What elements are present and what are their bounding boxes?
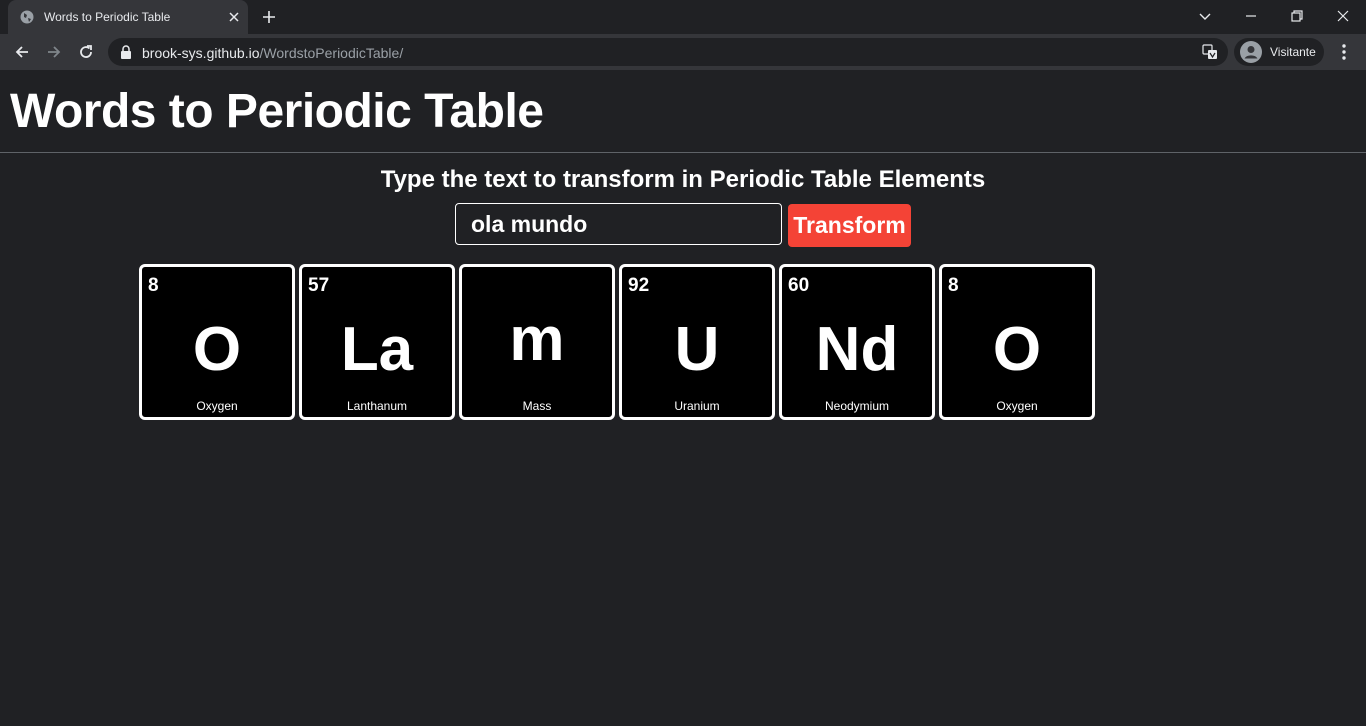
atomic-number: 60 bbox=[788, 275, 810, 296]
browser-toolbar: brook-sys.github.io/WordstoPeriodicTable… bbox=[0, 34, 1366, 70]
globe-icon bbox=[20, 10, 34, 24]
minimize-icon[interactable] bbox=[1241, 6, 1261, 26]
element-symbol: La bbox=[340, 315, 414, 384]
atomic-number: 8 bbox=[148, 275, 159, 296]
profile-name: Visitante bbox=[1270, 45, 1316, 59]
element-tile: 8 O Oxygen bbox=[939, 264, 1095, 420]
address-bar[interactable]: brook-sys.github.io/WordstoPeriodicTable… bbox=[108, 38, 1228, 66]
element-tile: m Mass bbox=[459, 264, 615, 420]
element-name: Mass bbox=[522, 399, 552, 413]
atomic-number: 57 bbox=[308, 275, 330, 296]
lock-icon[interactable] bbox=[120, 45, 132, 59]
profile-button[interactable]: Visitante bbox=[1234, 38, 1324, 66]
close-tab-icon[interactable] bbox=[226, 9, 242, 25]
browser-tab-bar: Words to Periodic Table bbox=[0, 0, 1366, 34]
element-name: Oxygen bbox=[196, 399, 238, 413]
element-name: Oxygen bbox=[996, 399, 1038, 413]
atomic-number: 8 bbox=[948, 275, 959, 296]
element-symbol: O bbox=[992, 315, 1042, 384]
close-window-icon[interactable] bbox=[1333, 6, 1353, 26]
element-name: Uranium bbox=[674, 399, 720, 413]
translate-icon[interactable] bbox=[1202, 44, 1218, 60]
tab-search-icon[interactable] bbox=[1195, 6, 1215, 26]
url-host: brook-sys.github.io bbox=[142, 45, 260, 61]
reload-icon[interactable] bbox=[76, 42, 96, 62]
url-text[interactable]: brook-sys.github.io/WordstoPeriodicTable… bbox=[142, 45, 403, 61]
atomic-number: 92 bbox=[628, 275, 650, 296]
menu-icon[interactable] bbox=[1336, 42, 1352, 62]
restore-icon[interactable] bbox=[1287, 6, 1307, 26]
element-tile: 60 Nd Neodymium bbox=[779, 264, 935, 420]
divider bbox=[0, 152, 1366, 153]
element-symbol: O bbox=[192, 315, 242, 384]
back-icon[interactable] bbox=[12, 42, 32, 62]
new-tab-icon[interactable] bbox=[260, 8, 278, 26]
page-subtitle: Type the text to transform in Periodic T… bbox=[380, 166, 986, 193]
element-name: Lanthanum bbox=[346, 399, 408, 413]
element-tile: 92 U Uranium bbox=[619, 264, 775, 420]
forward-icon[interactable] bbox=[44, 42, 64, 62]
element-symbol: Nd bbox=[815, 315, 899, 384]
page-title: Words to Periodic Table bbox=[10, 85, 544, 138]
element-symbol: U bbox=[674, 315, 720, 384]
browser-tab[interactable]: Words to Periodic Table bbox=[8, 0, 248, 34]
tab-title: Words to Periodic Table bbox=[44, 10, 171, 24]
element-name: Neodymium bbox=[824, 399, 890, 413]
transform-button[interactable]: Transform bbox=[788, 204, 911, 247]
element-tile: 8 O Oxygen bbox=[139, 264, 295, 420]
avatar-icon bbox=[1240, 41, 1262, 63]
element-tile: 57 La Lanthanum bbox=[299, 264, 455, 420]
url-path: /WordstoPeriodicTable/ bbox=[259, 45, 404, 61]
element-symbol: m bbox=[509, 305, 565, 374]
text-input[interactable] bbox=[455, 203, 782, 245]
